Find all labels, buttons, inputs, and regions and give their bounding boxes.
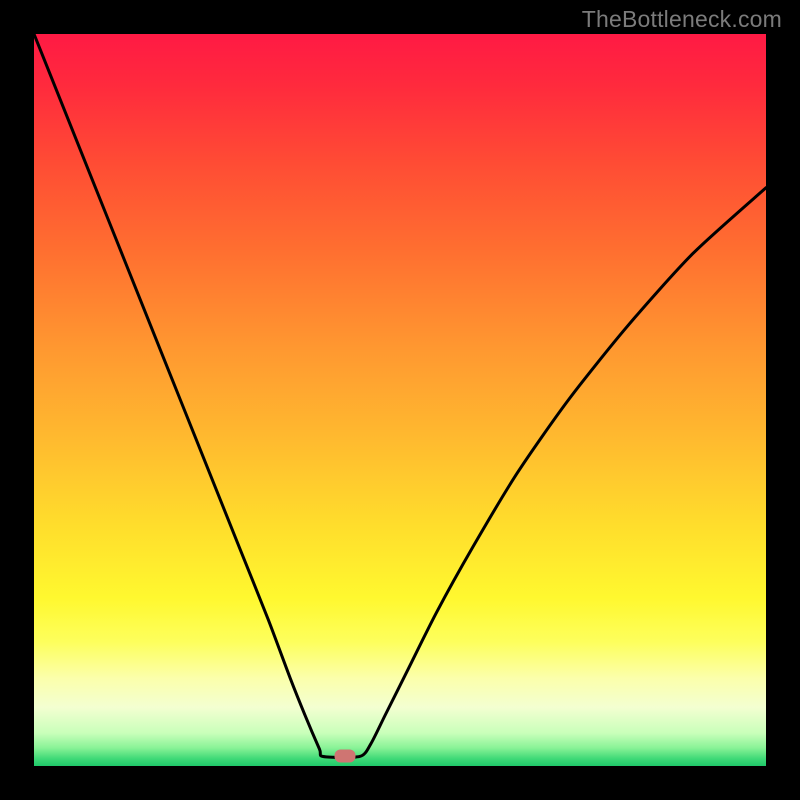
watermark-text: TheBottleneck.com — [582, 6, 782, 33]
bottleneck-curve — [34, 34, 766, 766]
plot-area — [34, 34, 766, 766]
chart-frame: TheBottleneck.com — [0, 0, 800, 800]
minimum-marker — [335, 750, 356, 763]
